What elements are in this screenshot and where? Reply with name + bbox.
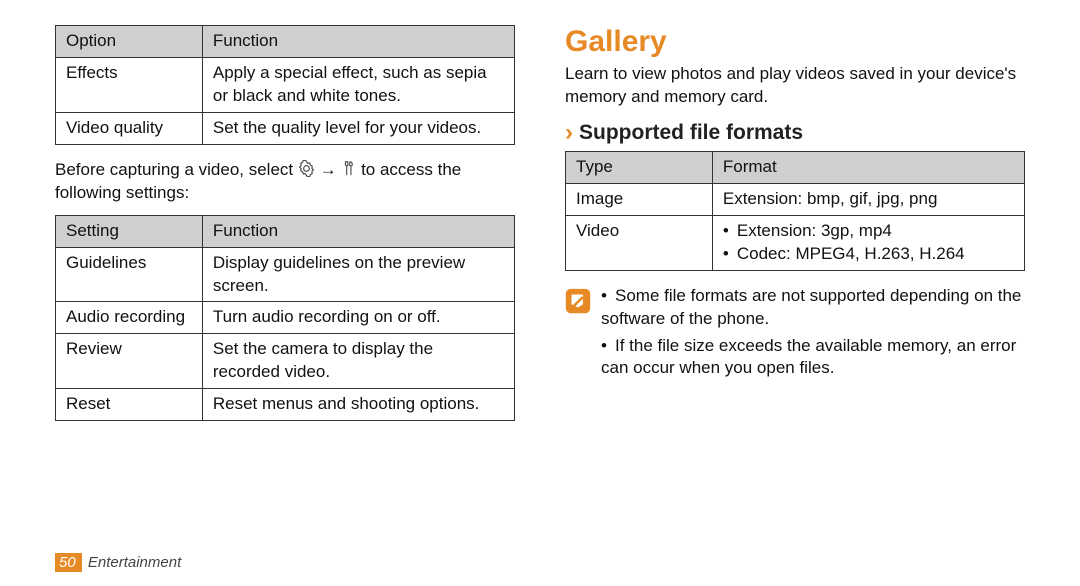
tool-icon	[341, 160, 356, 177]
option-name: Video quality	[56, 112, 203, 144]
setting-desc: Turn audio recording on or off.	[202, 302, 514, 334]
gear-icon	[298, 160, 315, 177]
setting-name: Guidelines	[56, 247, 203, 302]
options-header-option: Option	[56, 26, 203, 58]
table-row: Video quality Set the quality level for …	[56, 112, 515, 144]
option-desc: Set the quality level for your videos.	[202, 112, 514, 144]
setting-name: Reset	[56, 389, 203, 421]
arrow-text: →	[320, 160, 337, 179]
paragraph-text-before: Before capturing a video, select	[55, 160, 298, 179]
format-bullet: Extension: 3gp, mp4	[723, 220, 1014, 243]
settings-intro-paragraph: Before capturing a video, select → to ac…	[55, 159, 515, 205]
format-type: Image	[566, 183, 713, 215]
page-footer: 50 Entertainment	[55, 554, 181, 571]
chapter-name: Entertainment	[88, 554, 181, 571]
setting-desc: Display guidelines on the preview screen…	[202, 247, 514, 302]
option-desc: Apply a special effect, such as sepia or…	[202, 57, 514, 112]
table-row: Review Set the camera to display the rec…	[56, 334, 515, 389]
settings-table: Setting Function Guidelines Display guid…	[55, 215, 515, 422]
gallery-intro: Learn to view photos and play videos sav…	[565, 63, 1025, 109]
note-icon	[565, 288, 591, 314]
page-number: 50	[55, 553, 82, 572]
chevron-right-icon: ›	[565, 121, 573, 145]
table-row: Audio recording Turn audio recording on …	[56, 302, 515, 334]
subsection-supported-formats: › Supported file formats	[565, 121, 1025, 145]
setting-desc: Reset menus and shooting options.	[202, 389, 514, 421]
settings-header-setting: Setting	[56, 215, 203, 247]
setting-desc: Set the camera to display the recorded v…	[202, 334, 514, 389]
format-desc: Extension: bmp, gif, jpg, png	[712, 183, 1024, 215]
setting-name: Review	[56, 334, 203, 389]
table-row: Video Extension: 3gp, mp4 Codec: MPEG4, …	[566, 215, 1025, 270]
table-row: Guidelines Display guidelines on the pre…	[56, 247, 515, 302]
formats-header-format: Format	[712, 151, 1024, 183]
format-bullet: Codec: MPEG4, H.263, H.264	[723, 243, 1014, 266]
note-box: Some file formats are not supported depe…	[565, 285, 1025, 385]
left-column: Option Function Effects Apply a special …	[55, 25, 515, 566]
setting-name: Audio recording	[56, 302, 203, 334]
note-item: If the file size exceeds the available m…	[601, 335, 1025, 381]
formats-header-type: Type	[566, 151, 713, 183]
subsection-title: Supported file formats	[579, 121, 803, 145]
section-title-gallery: Gallery	[565, 25, 1025, 59]
note-item: Some file formats are not supported depe…	[601, 285, 1025, 331]
format-type: Video	[566, 215, 713, 270]
table-row: Image Extension: bmp, gif, jpg, png	[566, 183, 1025, 215]
option-name: Effects	[56, 57, 203, 112]
formats-table: Type Format Image Extension: bmp, gif, j…	[565, 151, 1025, 271]
options-table: Option Function Effects Apply a special …	[55, 25, 515, 145]
format-desc: Extension: 3gp, mp4 Codec: MPEG4, H.263,…	[712, 215, 1024, 270]
table-row: Effects Apply a special effect, such as …	[56, 57, 515, 112]
right-column: Gallery Learn to view photos and play vi…	[565, 25, 1025, 566]
options-header-function: Function	[202, 26, 514, 58]
table-row: Reset Reset menus and shooting options.	[56, 389, 515, 421]
settings-header-function: Function	[202, 215, 514, 247]
